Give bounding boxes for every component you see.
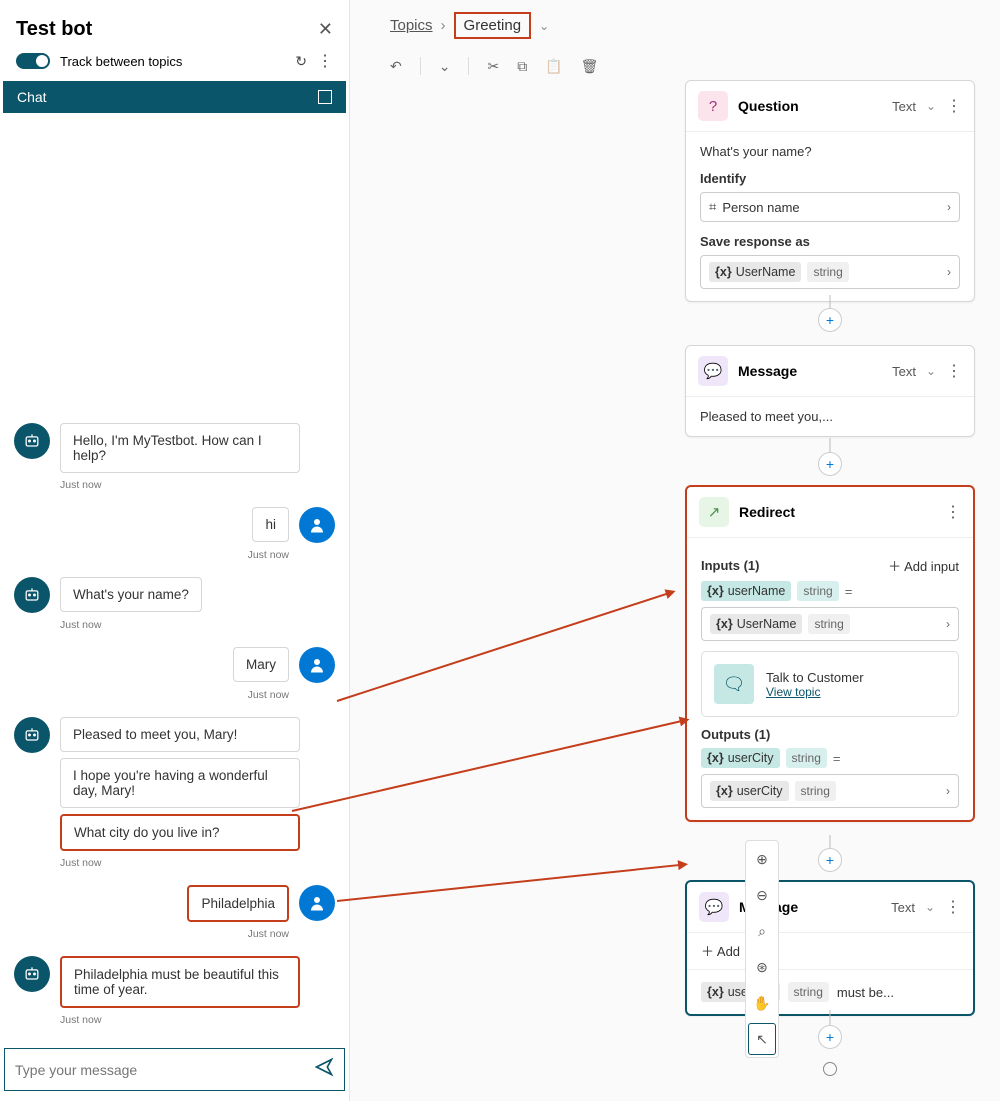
variable-type: string xyxy=(807,262,848,282)
identify-field[interactable]: ⌗ Person name › xyxy=(700,192,960,222)
close-icon[interactable]: ✕ xyxy=(318,19,333,40)
variable-chip: {x} userCity xyxy=(701,748,780,768)
add-node-button[interactable]: + xyxy=(818,308,842,332)
paste-icon[interactable]: 📋 xyxy=(545,58,562,75)
authoring-canvas: Topics › Greeting ⌄ ↶ ⌄ ✂ ⧉ 📋 🗑 ? Questi… xyxy=(350,0,1000,1101)
more-icon[interactable]: ⋮ xyxy=(317,51,333,71)
user-avatar-icon xyxy=(299,885,335,921)
delete-icon[interactable]: 🗑 xyxy=(581,58,599,75)
redirect-target[interactable]: 🗨 Talk to Customer View topic xyxy=(701,651,959,717)
user-message: hi xyxy=(252,507,289,542)
bot-message: What's your name? xyxy=(60,577,202,612)
more-icon[interactable]: ⋮ xyxy=(946,96,962,116)
message-node[interactable]: 💬 Message Text ⌄ ⋮ Pleased to meet you,.… xyxy=(685,345,975,437)
question-node[interactable]: ? Question Text ⌄ ⋮ What's your name? Id… xyxy=(685,80,975,302)
timestamp: Just now xyxy=(60,479,335,491)
entity-icon: ⌗ xyxy=(709,199,716,215)
track-toggle[interactable] xyxy=(16,53,50,69)
timestamp: Just now xyxy=(14,689,289,701)
add-node-button[interactable]: + xyxy=(818,452,842,476)
bot-message: Pleased to meet you, Mary! xyxy=(60,717,300,752)
panel-title: Test bot xyxy=(16,18,318,41)
chat-tab[interactable]: Chat xyxy=(3,81,346,113)
bot-avatar-icon xyxy=(14,956,50,992)
bot-avatar-icon xyxy=(14,717,50,753)
save-as-label: Save response as xyxy=(700,234,960,249)
undo-icon[interactable]: ↶ xyxy=(390,58,402,75)
select-icon[interactable]: ↖ xyxy=(748,1023,776,1055)
breadcrumb-current[interactable]: Greeting xyxy=(454,12,532,39)
redirect-topic-name: Talk to Customer xyxy=(766,670,864,685)
add-input-button[interactable]: ＋ Add input xyxy=(888,556,959,575)
more-icon[interactable]: ⋮ xyxy=(945,502,961,522)
add-node-button[interactable]: + xyxy=(818,848,842,872)
redirect-icon: ↗ xyxy=(699,497,729,527)
node-title: Question xyxy=(738,98,882,114)
zoom-out-icon[interactable]: ⊖ xyxy=(746,877,778,913)
message-input-row xyxy=(4,1048,345,1091)
bot-message-highlight: What city do you live in? xyxy=(60,814,300,851)
input-value-field[interactable]: {x} UserName string › xyxy=(701,607,959,641)
variable-chip: {x} userName xyxy=(701,581,791,601)
breadcrumb-topics[interactable]: Topics xyxy=(390,17,433,34)
copy-icon[interactable]: ⧉ xyxy=(517,58,527,75)
timestamp: Just now xyxy=(60,1014,335,1026)
cut-icon[interactable]: ✂ xyxy=(487,58,499,75)
timestamp: Just now xyxy=(60,619,335,631)
timestamp: Just now xyxy=(14,549,289,561)
question-icon: ? xyxy=(698,91,728,121)
message-input[interactable] xyxy=(15,1062,314,1078)
more-icon[interactable]: ⋮ xyxy=(946,361,962,381)
test-bot-panel: Test bot ✕ Track between topics ↻ ⋮ Chat… xyxy=(0,0,350,1101)
user-message-highlight: Philadelphia xyxy=(187,885,289,922)
zoom-in-icon[interactable]: ⊕ xyxy=(746,841,778,877)
outputs-label: Outputs (1) xyxy=(701,727,770,742)
identify-label: Identify xyxy=(700,171,960,186)
output-value-field[interactable]: {x} userCity string › xyxy=(701,774,959,808)
message-text: Pleased to meet you,... xyxy=(686,396,974,436)
message-icon: 💬 xyxy=(699,892,729,922)
message-node-selected[interactable]: 💬 Message Text ⌄ ⋮ ＋ Add ⌄ {x} userCity … xyxy=(685,880,975,1016)
bot-message: Hello, I'm MyTestbot. How can I help? xyxy=(60,423,300,473)
tool-palette: ⊕ ⊖ ⌕ ⊛ ✋ ↖ xyxy=(745,840,779,1058)
timestamp: Just now xyxy=(14,928,289,940)
inputs-label: Inputs (1) xyxy=(701,558,760,573)
user-message: Mary xyxy=(233,647,289,682)
user-avatar-icon xyxy=(299,647,335,683)
bot-avatar-icon xyxy=(14,577,50,613)
pan-icon[interactable]: ✋ xyxy=(746,985,778,1021)
message-suffix: must be... xyxy=(837,985,894,1000)
breadcrumb: Topics › Greeting ⌄ xyxy=(350,0,1000,51)
chevron-down-icon[interactable]: ⌄ xyxy=(926,99,936,113)
chat-tab-label: Chat xyxy=(17,89,47,105)
flag-icon[interactable] xyxy=(318,90,332,104)
variable-chip: {x} UserName xyxy=(709,262,801,282)
topic-icon: 🗨 xyxy=(714,664,754,704)
chevron-down-icon[interactable]: ⌄ xyxy=(539,19,549,33)
message-icon: 💬 xyxy=(698,356,728,386)
fit-icon[interactable]: ⊛ xyxy=(746,949,778,985)
bot-message: I hope you're having a wonderful day, Ma… xyxy=(60,758,300,808)
reload-icon[interactable]: ↻ xyxy=(295,53,307,70)
chevron-right-icon: › xyxy=(441,17,446,34)
bot-message-highlight: Philadelphia must be beautiful this time… xyxy=(60,956,300,1008)
view-topic-link[interactable]: View topic xyxy=(766,685,864,699)
chat-body: Hello, I'm MyTestbot. How can I help? Ju… xyxy=(0,113,349,1042)
more-icon[interactable]: ⋮ xyxy=(945,897,961,917)
chevron-right-icon: › xyxy=(947,200,951,214)
redirect-node[interactable]: ↗ Redirect ⋮ Inputs (1) ＋ Add input {x} … xyxy=(685,485,975,822)
user-avatar-icon xyxy=(299,507,335,543)
question-prompt: What's your name? xyxy=(700,144,960,159)
bot-avatar-icon xyxy=(14,423,50,459)
timestamp: Just now xyxy=(60,857,335,869)
zoom-reset-icon[interactable]: ⌕ xyxy=(746,913,778,949)
send-icon[interactable] xyxy=(314,1057,334,1082)
add-node-button[interactable]: + xyxy=(818,1025,842,1049)
end-node-icon xyxy=(823,1062,837,1076)
save-var-field[interactable]: {x} UserName string › xyxy=(700,255,960,289)
node-mode[interactable]: Text xyxy=(892,99,916,114)
track-label: Track between topics xyxy=(60,54,285,69)
chevron-down-icon[interactable]: ⌄ xyxy=(439,58,451,75)
